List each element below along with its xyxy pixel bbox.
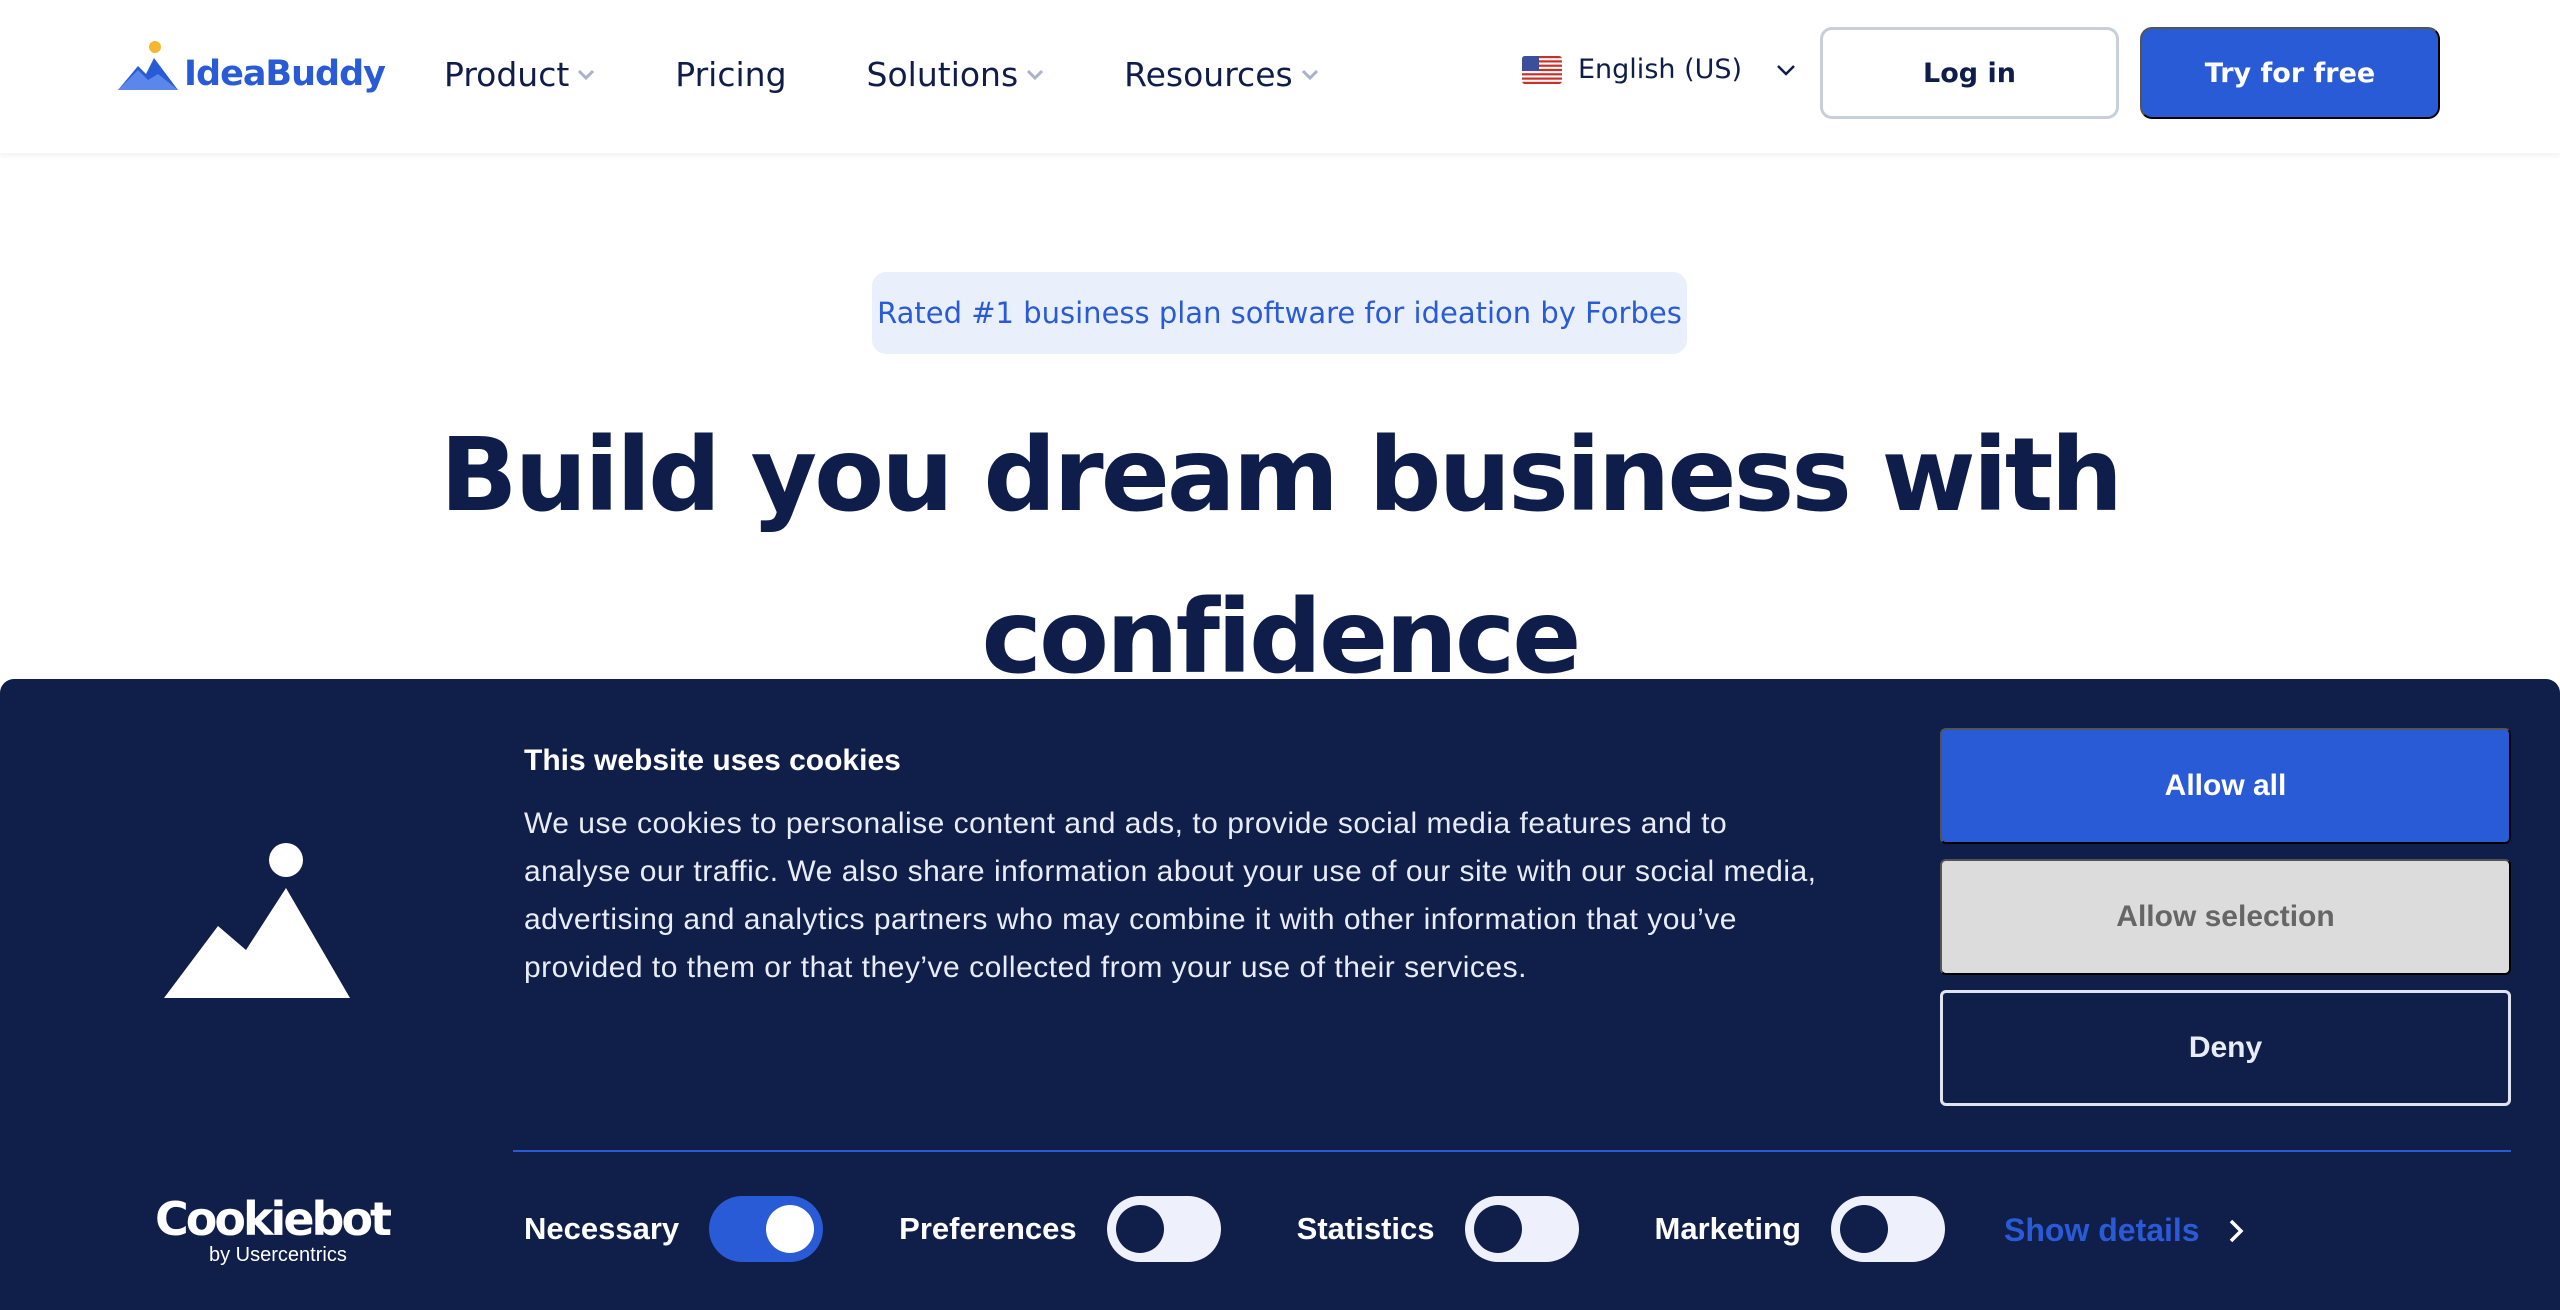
mountain-logo-icon bbox=[118, 40, 180, 94]
toggle-necessary: Necessary bbox=[524, 1196, 824, 1262]
switch-knob bbox=[766, 1205, 815, 1253]
toggle-marketing: Marketing bbox=[1655, 1196, 1945, 1262]
nav-solutions[interactable]: Solutions bbox=[867, 55, 1045, 94]
nav-product-label: Product bbox=[444, 55, 570, 94]
hero-title: Build you dream business with confidence bbox=[439, 416, 2123, 697]
logo-text: IdeaBuddy bbox=[184, 54, 386, 94]
ideabuddy-logo[interactable]: IdeaBuddy bbox=[118, 40, 386, 94]
chevron-down-icon bbox=[1301, 69, 1318, 80]
nav-resources[interactable]: Resources bbox=[1124, 55, 1319, 94]
nav-pricing[interactable]: Pricing bbox=[675, 55, 786, 94]
nav-product[interactable]: Product bbox=[444, 55, 595, 94]
cookiebot-brand-sub: by Usercentrics bbox=[209, 1244, 347, 1266]
nav-resources-label: Resources bbox=[1124, 55, 1293, 94]
chevron-down-icon bbox=[578, 69, 595, 80]
toggle-statistics-label: Statistics bbox=[1296, 1211, 1435, 1246]
allow-selection-button[interactable]: Allow selection bbox=[1940, 859, 2511, 975]
toggle-marketing-label: Marketing bbox=[1654, 1211, 1801, 1246]
chevron-down-icon bbox=[1777, 64, 1795, 76]
chevron-down-icon bbox=[1027, 69, 1044, 80]
cookiebot-brand-name: Cookiebot bbox=[155, 1192, 392, 1246]
forbes-rating-badge: Rated #1 business plan software for idea… bbox=[872, 272, 1687, 354]
cookie-banner-text: We use cookies to personalise content an… bbox=[524, 807, 1817, 984]
deny-button[interactable]: Deny bbox=[1940, 990, 2511, 1106]
preferences-switch[interactable] bbox=[1106, 1196, 1221, 1262]
toggle-preferences: Preferences bbox=[899, 1196, 1221, 1262]
switch-knob bbox=[1473, 1205, 1522, 1253]
toggle-statistics: Statistics bbox=[1297, 1196, 1579, 1262]
nav-pricing-label: Pricing bbox=[675, 55, 787, 94]
us-flag-icon bbox=[1522, 55, 1562, 84]
site-header: IdeaBuddy Product Pricing Solutions Reso… bbox=[0, 0, 2560, 153]
try-for-free-button[interactable]: Try for free bbox=[2140, 27, 2440, 119]
consent-toggles: Necessary Preferences Statistics Marketi… bbox=[524, 1196, 2021, 1262]
main-nav: Product Pricing Solutions Resources bbox=[444, 55, 1399, 94]
show-details-label: Show details bbox=[2004, 1212, 2200, 1248]
show-details-link[interactable]: Show details bbox=[2004, 1212, 2244, 1249]
allow-all-button[interactable]: Allow all bbox=[1940, 728, 2511, 844]
statistics-switch[interactable] bbox=[1464, 1196, 1579, 1262]
necessary-switch[interactable] bbox=[709, 1196, 824, 1262]
chevron-right-icon bbox=[2229, 1219, 2244, 1242]
nav-solutions-label: Solutions bbox=[866, 55, 1019, 94]
cookiebot-logo[interactable]: Cookiebot by Usercentrics bbox=[155, 1192, 392, 1267]
toggle-preferences-label: Preferences bbox=[899, 1211, 1077, 1246]
divider bbox=[513, 1150, 2511, 1152]
mountain-illustration-icon bbox=[160, 840, 356, 1004]
toggle-necessary-label: Necessary bbox=[524, 1211, 680, 1246]
login-button[interactable]: Log in bbox=[1820, 27, 2119, 119]
switch-knob bbox=[1839, 1205, 1888, 1253]
language-selector[interactable]: English (US) bbox=[1522, 54, 1796, 85]
language-label: English (US) bbox=[1578, 54, 1743, 85]
marketing-switch[interactable] bbox=[1830, 1196, 1945, 1262]
switch-knob bbox=[1115, 1205, 1164, 1253]
cookie-banner-title: This website uses cookies bbox=[524, 744, 901, 777]
